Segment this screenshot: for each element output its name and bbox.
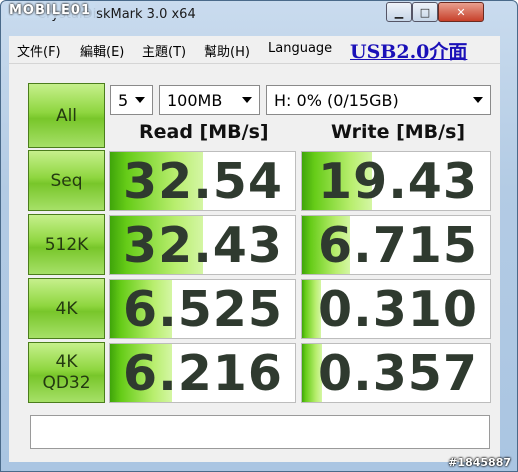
4k-read-value: 6.525 bbox=[123, 280, 283, 338]
512k-write-result: 6.715 bbox=[301, 215, 491, 275]
seq-write-value: 19.43 bbox=[318, 152, 478, 210]
read-column-header: Read [MB/s] bbox=[139, 121, 269, 143]
seq-read-value: 32.54 bbox=[123, 152, 283, 210]
4k-qd32-read-value: 6.216 bbox=[123, 344, 283, 402]
menu-help[interactable]: 幫助(H) bbox=[204, 41, 250, 60]
512k-write-value: 6.715 bbox=[318, 216, 478, 274]
all-button[interactable]: All bbox=[28, 83, 105, 148]
menu-theme[interactable]: 主題(T) bbox=[142, 41, 186, 60]
test-count-value: 5 bbox=[118, 90, 129, 110]
comment-field[interactable] bbox=[30, 415, 490, 449]
4k-test-button[interactable]: 4K bbox=[28, 278, 105, 339]
4k-qd32-test-button[interactable]: 4K QD32 bbox=[28, 342, 105, 403]
footer-watermark: #1845887 bbox=[448, 456, 511, 469]
drive-select[interactable]: H: 0% (0/15GB) bbox=[266, 85, 491, 115]
test-size-select[interactable]: 100MB bbox=[159, 85, 260, 115]
chevron-down-icon bbox=[473, 97, 483, 103]
test-count-select[interactable]: 5 bbox=[110, 85, 153, 115]
app-window: CrystalDiskMark 3.0 x64 MOBILE01 ▁ □ ✕ 文… bbox=[0, 0, 518, 472]
seq-write-result: 19.43 bbox=[301, 151, 491, 211]
seq-read-result: 32.54 bbox=[109, 151, 296, 211]
drive-value: H: 0% (0/15GB) bbox=[274, 90, 399, 110]
watermark-logo: MOBILE01 bbox=[5, 3, 95, 18]
menu-language[interactable]: Language bbox=[268, 41, 332, 56]
interface-annotation: USB2.0介面 bbox=[350, 41, 468, 63]
512k-read-result: 32.43 bbox=[109, 215, 296, 275]
title-bar[interactable]: CrystalDiskMark 3.0 x64 MOBILE01 ▁ □ ✕ bbox=[1, 1, 517, 31]
4k-read-result: 6.525 bbox=[109, 279, 296, 339]
minimize-button[interactable]: ▁ bbox=[386, 2, 412, 22]
chevron-down-icon bbox=[242, 97, 252, 103]
512k-test-button[interactable]: 512K bbox=[28, 214, 105, 275]
512k-read-value: 32.43 bbox=[123, 216, 283, 274]
menu-bar: 文件(F) 編輯(E) 主題(T) 幫助(H) Language USB2.0介… bbox=[9, 36, 500, 64]
4k-qd32-write-result: 0.357 bbox=[301, 343, 491, 403]
4k-qd32-read-result: 6.216 bbox=[109, 343, 296, 403]
seq-test-button[interactable]: Seq bbox=[28, 150, 105, 211]
menu-edit[interactable]: 編輯(E) bbox=[80, 41, 124, 60]
close-button[interactable]: ✕ bbox=[438, 2, 484, 22]
4k-qd32-write-value: 0.357 bbox=[318, 344, 478, 402]
chevron-down-icon bbox=[135, 97, 145, 103]
menu-file[interactable]: 文件(F) bbox=[17, 41, 61, 60]
test-size-value: 100MB bbox=[167, 90, 223, 110]
4k-write-result: 0.310 bbox=[301, 279, 491, 339]
4k-write-value: 0.310 bbox=[318, 280, 478, 338]
maximize-button[interactable]: □ bbox=[412, 2, 438, 22]
write-column-header: Write [MB/s] bbox=[331, 121, 466, 143]
